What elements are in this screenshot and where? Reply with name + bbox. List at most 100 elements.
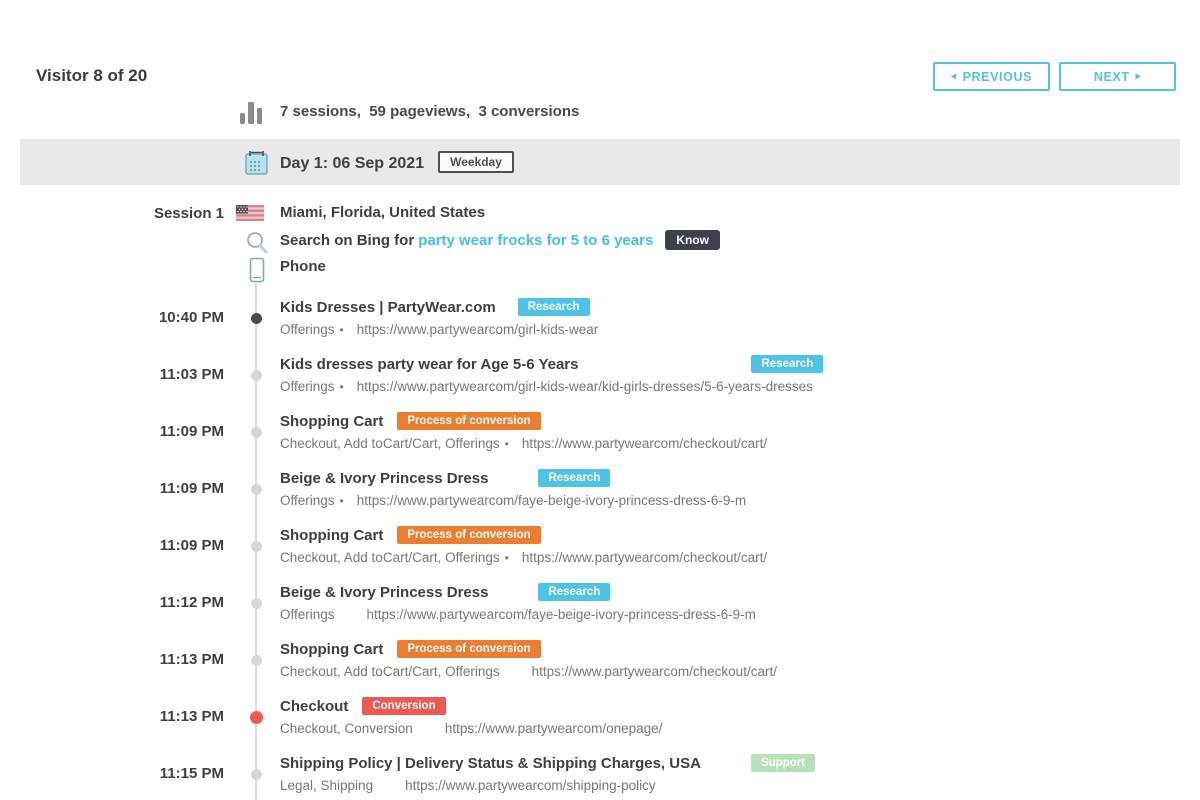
page-visit-title[interactable]: Shipping Policy | Delivery Status & Ship… bbox=[280, 755, 701, 772]
page-url[interactable]: https://www.partywearcom/girl-kids-wear/… bbox=[357, 379, 813, 394]
timeline-entry: 11:15 PM Shipping Policy | Delivery Stat… bbox=[0, 753, 1200, 800]
timeline-entry: 11:13 PM Checkout Conversion Checkout, Co… bbox=[0, 696, 1200, 746]
page-visit-meta: Offerings • https://www.partywearcom/girl-… bbox=[280, 322, 598, 337]
session-search: Search on Bing forparty wear frocks for … bbox=[280, 231, 720, 251]
search-prefix: Search on Bing for bbox=[280, 232, 414, 249]
timeline-entry: 11:09 PM Shopping Cart Process of convers… bbox=[0, 525, 1200, 575]
page-visit-meta: Checkout, Conversion https://www.partywea… bbox=[280, 721, 662, 736]
page-visit-title[interactable]: Shopping Cart bbox=[280, 641, 383, 658]
us-flag-icon bbox=[236, 205, 264, 226]
timeline-dot bbox=[251, 313, 262, 324]
timeline-dot bbox=[251, 370, 262, 381]
page-visit-title[interactable]: Kids dresses party wear for Age 5-6 Year… bbox=[280, 356, 578, 373]
timeline-dot bbox=[251, 769, 262, 780]
calendar-icon bbox=[243, 148, 270, 181]
session-stats-row: 7 sessions, 59 pageviews, 3 conversions bbox=[0, 97, 1200, 129]
timeline-dot bbox=[251, 598, 262, 609]
page-categories: Offerings bbox=[280, 493, 335, 508]
session-stats-summary: 7 sessions, 59 pageviews, 3 conversions bbox=[280, 103, 579, 120]
search-icon bbox=[245, 231, 269, 260]
page-categories: Offerings bbox=[280, 607, 335, 622]
page-visit-meta: Offerings • https://www.partywearcom/girl-… bbox=[280, 379, 823, 394]
page-visit-title[interactable]: Beige & Ivory Princess Dress bbox=[280, 584, 488, 601]
status-badge: Research bbox=[538, 583, 610, 601]
page-visit-meta: Offerings https://www.partywearcom/faye-b… bbox=[280, 607, 756, 622]
arrow-right-icon: ▸ bbox=[1136, 71, 1142, 82]
entry-time: 11:13 PM bbox=[0, 708, 224, 725]
next-button[interactable]: NEXT ▸ bbox=[1059, 62, 1176, 91]
page-url[interactable]: https://www.partywearcom/faye-beige-ivor… bbox=[367, 607, 756, 622]
timeline-entry: 11:13 PM Shopping Cart Process of convers… bbox=[0, 639, 1200, 689]
session-device: Phone bbox=[280, 258, 326, 275]
status-badge: Process of conversion bbox=[397, 526, 540, 544]
session-label: Session 1 bbox=[0, 205, 224, 222]
page-visit-meta: Checkout, Add toCart/Cart, Offerings • htt… bbox=[280, 550, 767, 565]
page-visit-title[interactable]: Checkout bbox=[280, 698, 348, 715]
timeline-entry: 11:09 PM Shopping Cart Process of convers… bbox=[0, 411, 1200, 461]
page-categories: Checkout, Add toCart/Cart, Offerings bbox=[280, 550, 500, 565]
day-date-text: Day 1: 06 Sep 2021 bbox=[280, 155, 424, 172]
know-badge[interactable]: Know bbox=[665, 230, 720, 250]
timeline-dot bbox=[251, 484, 262, 495]
page-visit-meta: Checkout, Add toCart/Cart, Offerings http… bbox=[280, 664, 777, 679]
status-badge: Conversion bbox=[362, 697, 445, 715]
page-url[interactable]: https://www.partywearcom/checkout/cart/ bbox=[522, 436, 767, 451]
timeline-dot-conversion bbox=[250, 711, 263, 724]
page-url[interactable]: https://www.partywearcom/checkout/cart/ bbox=[532, 664, 777, 679]
entry-time: 11:09 PM bbox=[0, 423, 224, 440]
page-url[interactable]: https://www.partywearcom/shipping-policy bbox=[405, 778, 656, 793]
page-visit-meta: Legal, Shippinghttps://www.partywearcom/… bbox=[280, 778, 815, 793]
page-url[interactable]: https://www.partywearcom/girl-kids-wear bbox=[357, 322, 599, 337]
previous-button-label: PREVIOUS bbox=[963, 70, 1032, 84]
visitor-journey-page: Visitor 8 of 20 ◂ PREVIOUS NEXT ▸ 7 sess… bbox=[0, 0, 1200, 800]
meta-separator: • bbox=[340, 494, 344, 508]
page-visit-title[interactable]: Shopping Cart bbox=[280, 413, 383, 430]
page-categories: Offerings bbox=[280, 322, 335, 337]
entry-time: 10:40 PM bbox=[0, 309, 224, 326]
entry-time: 11:09 PM bbox=[0, 537, 224, 554]
entry-time: 11:09 PM bbox=[0, 480, 224, 497]
previous-button[interactable]: ◂ PREVIOUS bbox=[933, 62, 1050, 91]
session-location: Miami, Florida, United States bbox=[280, 204, 485, 221]
day-label: Day 1: 06 Sep 2021 Weekday bbox=[280, 153, 514, 175]
status-badge: Process of conversion bbox=[397, 640, 540, 658]
status-badge: Research bbox=[518, 298, 590, 316]
day-banner: Day 1: 06 Sep 2021 Weekday bbox=[20, 139, 1180, 185]
page-visit-title[interactable]: Kids Dresses | PartyWear.com bbox=[280, 299, 496, 316]
page-visit-title[interactable]: Beige & Ivory Princess Dress bbox=[280, 470, 488, 487]
bar-chart-icon bbox=[239, 99, 263, 130]
page-categories: Offerings bbox=[280, 379, 335, 394]
entry-time: 11:12 PM bbox=[0, 594, 224, 611]
page-categories: Checkout, Add toCart/Cart, Offerings bbox=[280, 664, 500, 679]
page-visit-meta: Offerings • https://www.partywearcom/faye-… bbox=[280, 493, 746, 508]
weekday-badge: Weekday bbox=[438, 151, 514, 173]
page-visit-title[interactable]: Shopping Cart bbox=[280, 527, 383, 544]
status-badge: Support bbox=[751, 754, 815, 772]
timeline-dot bbox=[251, 541, 262, 552]
page-categories: Checkout, Conversion bbox=[280, 721, 413, 736]
timeline-entry: 10:40 PM Kids Dresses | PartyWear.com Res… bbox=[0, 297, 1200, 347]
meta-separator: • bbox=[340, 323, 344, 337]
timeline-entry: 11:12 PM Beige & Ivory Princess Dress Res… bbox=[0, 582, 1200, 632]
timeline-entry: 11:03 PM Kids dresses party wear for Age… bbox=[0, 354, 1200, 404]
meta-separator: • bbox=[505, 551, 509, 565]
timeline-entry: 11:09 PM Beige & Ivory Princess Dress Res… bbox=[0, 468, 1200, 518]
page-url[interactable]: https://www.partywearcom/faye-beige-ivor… bbox=[357, 493, 746, 508]
meta-separator: • bbox=[505, 437, 509, 451]
status-badge: Research bbox=[538, 469, 610, 487]
arrow-left-icon: ◂ bbox=[951, 71, 957, 82]
phone-icon bbox=[249, 257, 265, 288]
entry-time: 11:13 PM bbox=[0, 651, 224, 668]
search-query-link[interactable]: party wear frocks for 5 to 6 years bbox=[418, 232, 653, 249]
status-badge: Process of conversion bbox=[397, 412, 540, 430]
page-title: Visitor 8 of 20 bbox=[36, 66, 147, 86]
page-categories: Checkout, Add toCart/Cart, Offerings bbox=[280, 436, 500, 451]
timeline-dot bbox=[251, 655, 262, 666]
status-badge: Research bbox=[751, 355, 823, 373]
page-url[interactable]: https://www.partywearcom/onepage/ bbox=[445, 721, 663, 736]
next-button-label: NEXT bbox=[1094, 70, 1130, 84]
timeline-dot bbox=[251, 427, 262, 438]
page-url[interactable]: https://www.partywearcom/checkout/cart/ bbox=[522, 550, 767, 565]
meta-separator: • bbox=[340, 380, 344, 394]
entry-time: 11:03 PM bbox=[0, 366, 224, 383]
